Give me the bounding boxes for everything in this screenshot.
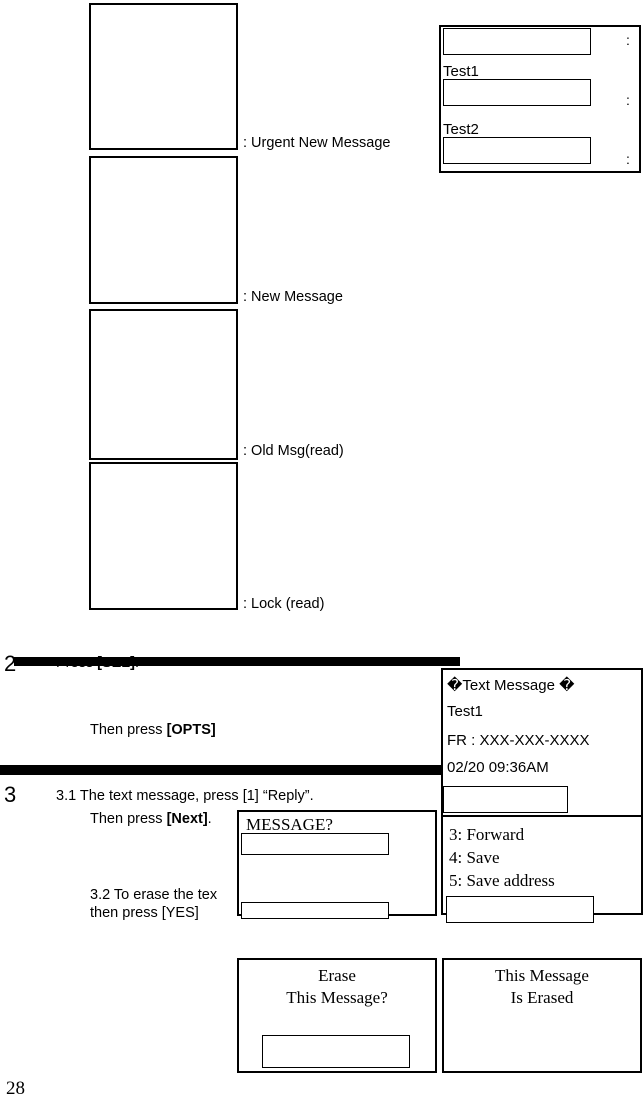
step-3-line-2: Then press [Next]. <box>90 811 212 827</box>
legend-label-new: : New Message <box>243 289 343 305</box>
legend-screen-old <box>89 309 238 460</box>
text-message-title: �Text Message � <box>447 677 575 694</box>
legend-label-urgent-new: : Urgent New Message <box>243 135 391 151</box>
legend-screen-new <box>89 156 238 304</box>
text-message-softkey-slot[interactable] <box>443 786 568 813</box>
legend-label-lock: : Lock (read) <box>243 596 325 612</box>
text-message-datetime: 02/20 09:36AM <box>447 759 549 776</box>
inbox-row-marker-3: : <box>626 151 630 167</box>
step-2-then-press: Then press <box>90 722 167 738</box>
inbox-row-slot-1[interactable] <box>443 28 591 55</box>
strike-bar-lower <box>0 765 441 775</box>
step-3-line-2-suffix: . <box>207 811 212 827</box>
page-number: 28 <box>6 1078 25 1099</box>
erase-confirm-softkey-slot[interactable] <box>262 1035 410 1068</box>
text-message-from: FR : XXX-XXX-XXXX <box>447 732 590 749</box>
options-menu-item-save-address[interactable]: 5: Save address <box>449 871 555 890</box>
legend-label-old: : Old Msg(read) <box>243 443 344 459</box>
erase-done-line-2: Is Erased <box>510 988 574 1007</box>
text-message-subject: Test1 <box>447 703 483 720</box>
erase-done-line-1: This Message <box>495 966 589 985</box>
inbox-row-label-1: Test1 <box>443 63 479 80</box>
step-3-line-3: 3.2 To erase the tex <box>90 887 218 903</box>
step-3-number: 3 <box>4 782 17 807</box>
step-3-line-4: then press [YES] <box>90 905 199 921</box>
strike-bar-upper <box>14 657 460 666</box>
erase-confirm-line-2: This Message? <box>286 988 388 1007</box>
step-3-then-press: Then press <box>90 811 167 827</box>
legend-screen-lock <box>89 462 238 610</box>
inbox-row-label-2: Test2 <box>443 121 479 138</box>
options-menu-item-forward[interactable]: 3: Forward <box>449 825 524 844</box>
options-menu-softkey-slot[interactable] <box>446 896 594 923</box>
legend-screen-urgent-new <box>89 3 238 150</box>
step-3-line-1: 3.1 The text message, press [1] “Reply”. <box>56 788 314 804</box>
inbox-row-slot-2[interactable] <box>443 79 591 106</box>
inbox-row-marker-2: : <box>626 92 630 108</box>
step-2-line-2: Then press [OPTS] <box>90 722 216 738</box>
step-2-key-opts: [OPTS] <box>166 722 216 738</box>
inbox-row-slot-3[interactable] <box>443 137 591 164</box>
step-3-key-next: [Next] <box>166 811 208 827</box>
message-prompt-slot-top[interactable] <box>241 833 389 855</box>
inbox-row-marker-1: : <box>626 32 630 48</box>
message-prompt-title: MESSAGE? <box>246 815 333 834</box>
erase-confirm-line-1: Erase <box>318 966 356 985</box>
message-prompt-slot-bottom[interactable] <box>241 902 389 919</box>
options-menu-item-save[interactable]: 4: Save <box>449 848 500 867</box>
